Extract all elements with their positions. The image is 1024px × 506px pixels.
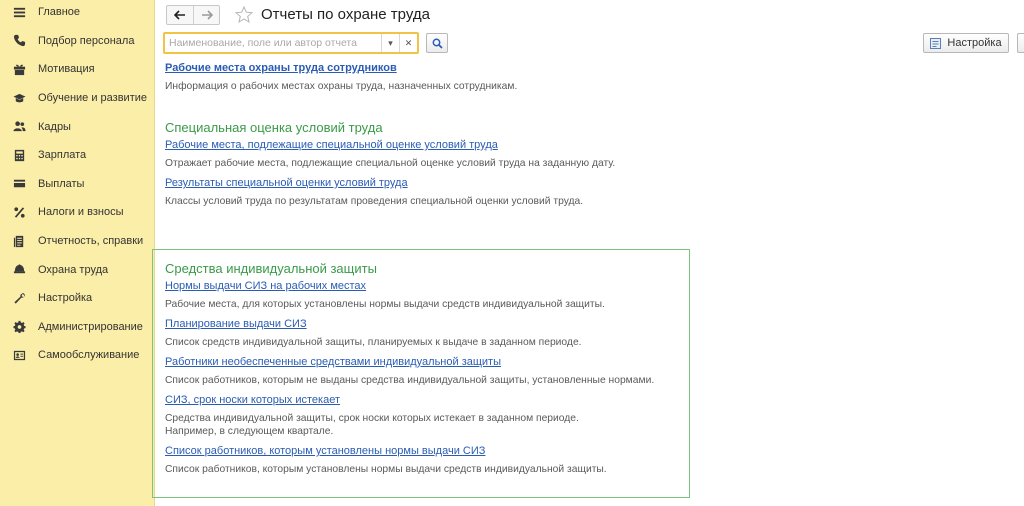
sidebar-item-motivation[interactable]: Мотивация [0, 55, 154, 84]
back-button[interactable] [167, 6, 193, 24]
phone-icon [12, 34, 26, 48]
report-link[interactable]: Результаты специальной оценки условий тр… [165, 177, 408, 189]
report-link[interactable]: Рабочие места охраны труда сотрудников [165, 62, 397, 74]
sidebar-item-label: Выплаты [38, 177, 85, 190]
report-link[interactable]: Нормы выдачи СИЗ на рабочих местах [165, 280, 366, 292]
report-description: Список средств индивидуальной защиты, пл… [165, 337, 582, 348]
sidebar-item-label: Подбор персонала [38, 34, 135, 47]
report-link[interactable]: Планирование выдачи СИЗ [165, 318, 307, 330]
sidebar-item-self-service[interactable]: Самообслуживание [0, 341, 154, 370]
report-link[interactable]: Работники необеспеченные средствами инди… [165, 356, 501, 368]
report-description: Средства индивидуальной защиты, срок нос… [165, 413, 579, 424]
report-item: Рабочие места охраны труда сотрудников И… [165, 62, 705, 93]
report-link[interactable]: СИЗ, срок носки которых истекает [165, 394, 340, 406]
arrow-right-icon [201, 10, 213, 20]
search-button[interactable] [426, 33, 448, 53]
search-dropdown-button[interactable]: ▾ [381, 34, 399, 52]
sidebar-item-label: Кадры [38, 120, 71, 133]
report-description: Отражает рабочие места, подлежащие специ… [165, 158, 616, 169]
report-description: Список работников, которым не выданы сре… [165, 375, 655, 386]
sidebar-item-label: Главное [38, 6, 81, 19]
sidebar-item-label: Зарплата [38, 149, 87, 162]
settings-button-label: Настройка [947, 37, 1002, 49]
report-description: Информация о рабочих местах охраны труда… [165, 81, 518, 92]
favorite-star-icon[interactable] [234, 5, 254, 25]
ppe-section-group: Средства индивидуальной защиты Нормы выд… [152, 249, 690, 498]
report-icon [12, 234, 26, 248]
sidebar-item-label: Администрирование [38, 320, 143, 333]
section-title: Средства индивидуальной защиты [165, 261, 377, 276]
report-item: Рабочие места, подлежащие специальной оц… [165, 139, 705, 170]
sidebar-item-labor-safety[interactable]: Охрана труда [0, 255, 154, 284]
gear-icon [12, 320, 26, 334]
sidebar: Главное Подбор персонала Мотивация Обуче… [0, 0, 155, 506]
chevron-down-icon: ▾ [388, 37, 393, 48]
sidebar-item-taxes[interactable]: Налоги и взносы [0, 198, 154, 227]
search-box: ▾ ✕ [163, 32, 419, 54]
sidebar-item-label: Налоги и взносы [38, 206, 124, 219]
search-input[interactable] [165, 34, 381, 52]
report-item: Нормы выдачи СИЗ на рабочих местах Рабоч… [165, 280, 654, 311]
report-link[interactable]: Рабочие места, подлежащие специальной оц… [165, 139, 498, 151]
settings-button[interactable]: Настройка [923, 33, 1009, 53]
report-link[interactable]: Список работников, которым установлены н… [165, 445, 485, 457]
wrench-icon [12, 291, 26, 305]
arrow-left-icon [174, 10, 185, 20]
sidebar-item-label: Охрана труда [38, 263, 109, 276]
sidebar-item-administration[interactable]: Администрирование [0, 313, 154, 342]
menu-icon [12, 5, 26, 19]
sidebar-item-label: Мотивация [38, 63, 95, 76]
wallet-icon [12, 177, 26, 191]
report-description-note: Например, в следующем квартале. [165, 426, 334, 437]
sidebar-item-settings[interactable]: Настройка [0, 284, 154, 313]
graduation-icon [12, 91, 26, 105]
report-list: Рабочие места охраны труда сотрудников И… [165, 62, 705, 215]
report-item: Результаты специальной оценки условий тр… [165, 177, 705, 208]
navigation-buttons [166, 5, 220, 25]
report-item: Список работников, которым установлены н… [165, 445, 654, 476]
page-title: Отчеты по охране труда [261, 6, 430, 23]
sidebar-item-label: Самообслуживание [38, 349, 140, 362]
percent-icon [12, 205, 26, 219]
helmet-icon [12, 263, 26, 277]
report-description: Список работников, которым установлены н… [165, 464, 607, 475]
sidebar-item-personnel[interactable]: Кадры [0, 112, 154, 141]
sidebar-item-training[interactable]: Обучение и развитие [0, 84, 154, 113]
sidebar-item-main[interactable]: Главное [0, 0, 154, 27]
sidebar-item-recruitment[interactable]: Подбор персонала [0, 27, 154, 56]
gift-icon [12, 62, 26, 76]
forward-button[interactable] [193, 6, 219, 24]
search-clear-button[interactable]: ✕ [399, 34, 417, 52]
search-icon [432, 38, 443, 49]
sidebar-item-label: Отчетность, справки [38, 235, 144, 248]
sidebar-item-salary[interactable]: Зарплата [0, 141, 154, 170]
report-description: Рабочие места, для которых установлены н… [165, 299, 605, 310]
close-icon: ✕ [404, 37, 413, 48]
calculator-icon [12, 148, 26, 162]
report-item: СИЗ, срок носки которых истекает Средств… [165, 394, 654, 438]
sidebar-item-label: Настройка [38, 292, 93, 305]
sidebar-item-payments[interactable]: Выплаты [0, 170, 154, 199]
report-description: Классы условий труда по результатам пров… [165, 196, 584, 207]
more-button[interactable] [1017, 33, 1024, 53]
settings-panel-icon [930, 37, 942, 49]
people-icon [12, 120, 26, 134]
section-title: Специальная оценка условий труда [165, 120, 383, 135]
id-card-icon [12, 348, 26, 362]
report-item: Планирование выдачи СИЗ Список средств и… [165, 318, 654, 349]
sidebar-item-label: Обучение и развитие [38, 92, 148, 105]
report-item: Работники необеспеченные средствами инди… [165, 356, 654, 387]
sidebar-item-reports[interactable]: Отчетность, справки [0, 227, 154, 256]
